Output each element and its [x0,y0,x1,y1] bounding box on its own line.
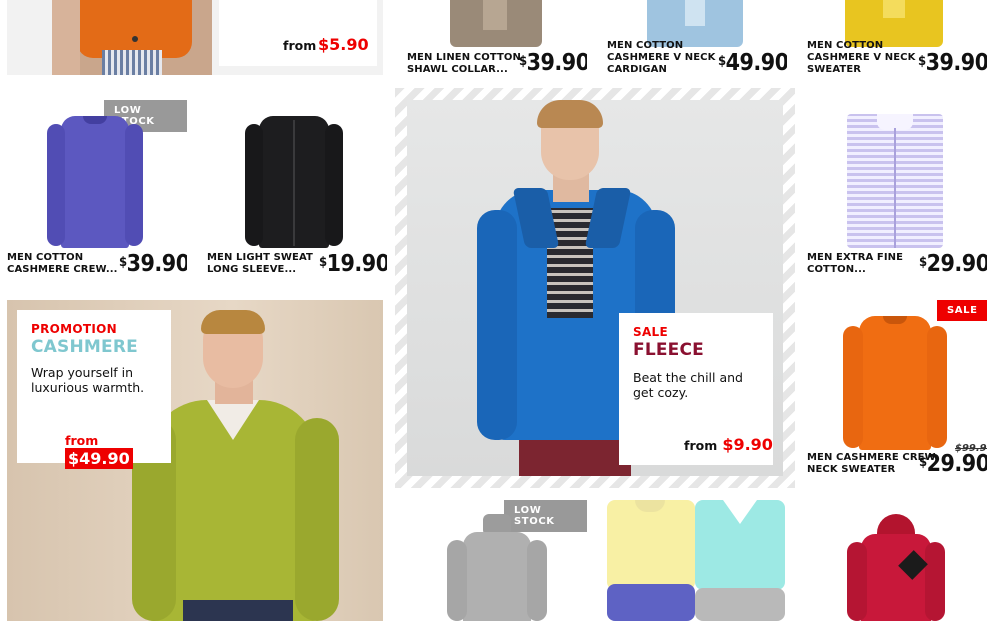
product-tile[interactable]: SALE $99.90 MEN CASHMERE CREWNECK SWEATE… [805,300,987,482]
promo-description: Wrap yourself in luxurious warmth. [31,365,145,395]
from-label: from [684,438,718,453]
product-tile[interactable]: LOW STOCK MEN COTTON CASHMERE CREW... $39… [5,100,187,280]
cashmere-promo-tile[interactable]: PROMOTION CASHMERE Wrap yourself in luxu… [7,300,383,621]
promo-title: CASHMERE [31,337,138,357]
from-label: from [283,38,317,53]
product-tile[interactable]: LOW STOCK [405,500,587,621]
promo-price-line: from $49.90 [65,430,171,469]
product-name: MEN COTTON CASHMERE CREW... [7,252,118,275]
product-name: MEN EXTRA FINE COTTON... [807,252,904,275]
fleece-promo-frame[interactable]: SALE FLEECE Beat the chill and get cozy.… [395,88,795,488]
fleece-promo-card[interactable]: SALE FLEECE Beat the chill and get cozy.… [619,313,773,465]
product-tile[interactable]: MEN COTTON CASHMERE V NECK SWEATER $39.90 [805,0,987,80]
price-card [219,0,377,66]
product-image [847,114,943,248]
product-name: MEN LIGHT SWEAT LONG SLEEVE... [207,252,313,275]
product-price: $39.90 [519,50,587,76]
from-label: from [65,433,99,448]
product-image [605,500,787,621]
product-price: $29.90 [919,251,987,277]
product-price: $39.90 [119,251,187,277]
promo-title: FLEECE [633,340,704,360]
product-tile[interactable] [605,500,787,621]
product-tile[interactable]: MEN EXTRA FINE COTTON... $29.90 [805,100,987,280]
product-image [245,116,343,248]
promo-kicker: PROMOTION [31,322,117,336]
promo-price: $49.90 [65,448,133,469]
product-price: $19.90 [319,251,387,277]
product-image [447,514,547,621]
product-name: MEN COTTON CASHMERE V NECK SWEATER [807,40,916,75]
promo-description: Beat the chill and get cozy. [633,370,743,400]
product-image [47,116,143,248]
product-tile[interactable] [805,500,987,621]
product-price: $29.90 [919,451,987,477]
promo-kicker: SALE [633,325,668,339]
product-price: $39.90 [918,50,987,76]
promo-price: $9.90 [722,435,773,454]
promo-tile-top-left[interactable]: from $5.90 [7,0,383,75]
cashmere-promo-card[interactable]: PROMOTION CASHMERE Wrap yourself in luxu… [17,310,171,469]
product-tile[interactable]: MEN LINEN COTTON SHAWL COLLAR... $39.90 [405,0,587,80]
promo-price-line: from $9.90 [684,435,773,454]
product-name: MEN CASHMERE CREW NECK SWEATER [807,452,936,475]
product-name: MEN LINEN COTTON SHAWL COLLAR... [407,52,521,75]
product-image [843,316,947,450]
product-tile[interactable]: MEN LIGHT SWEAT LONG SLEEVE... $19.90 [205,100,387,280]
promo-price: $5.90 [318,35,369,54]
model-image [52,0,212,75]
product-tile[interactable]: MEN COTTON CASHMERE V NECK CARDIGAN $49.90 [605,0,787,80]
product-name: MEN COTTON CASHMERE V NECK CARDIGAN [607,40,716,75]
product-image [847,514,945,621]
product-price: $49.90 [718,50,787,76]
